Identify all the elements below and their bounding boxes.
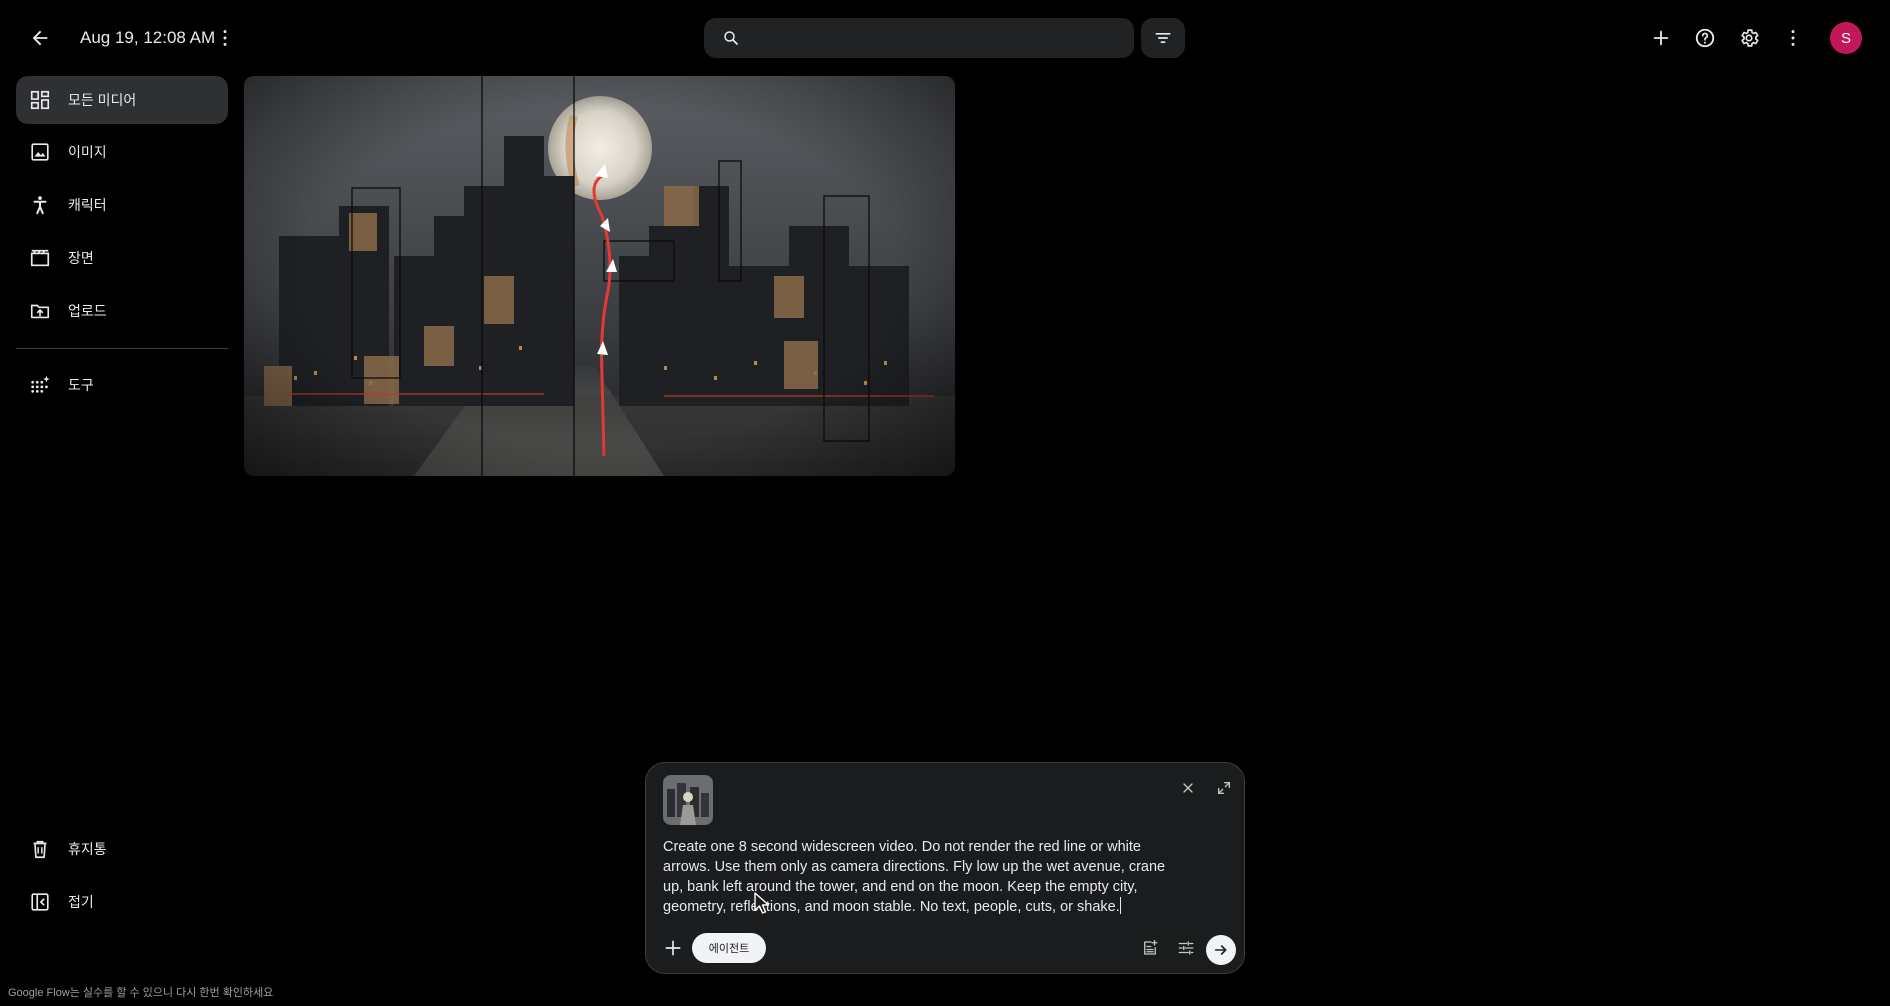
sidebar-item-label: 휴지통 xyxy=(68,841,107,857)
sidebar-item-label: 접기 xyxy=(68,894,94,910)
image-icon xyxy=(31,143,49,161)
sidebar-item-trash[interactable]: 휴지통 xyxy=(16,825,228,873)
more-vert-icon xyxy=(1791,30,1795,46)
gear-icon xyxy=(1741,29,1759,47)
help-icon xyxy=(1695,28,1715,48)
arrow-back-icon xyxy=(32,30,48,46)
grid-icon xyxy=(30,90,50,110)
add-attachment-button[interactable] xyxy=(658,933,688,963)
disclaimer-text: Google Flow는 실수를 할 수 있으니 다시 한번 확인하세요 xyxy=(8,987,274,999)
sidebar-item-all-media[interactable]: 모든 미디어 xyxy=(16,76,228,124)
more-vert-icon xyxy=(223,30,227,46)
add-button[interactable] xyxy=(1641,18,1681,58)
close-button[interactable] xyxy=(1173,773,1203,803)
city-thumbnail xyxy=(663,775,713,825)
tools-sparkle-icon xyxy=(31,375,50,393)
folder-upload-icon xyxy=(30,304,50,319)
search-input[interactable] xyxy=(750,29,1134,47)
sidebar-item-label: 모든 미디어 xyxy=(68,92,137,108)
agent-mode-chip[interactable]: 에이전트 xyxy=(692,933,766,963)
sidebar-item-label: 도구 xyxy=(68,377,94,393)
sidebar-item-uploads[interactable]: 업로드 xyxy=(16,287,228,335)
sidebar-item-label: 업로드 xyxy=(68,303,107,319)
sidebar-item-characters[interactable]: 캐릭터 xyxy=(16,181,228,229)
arrow-forward-icon xyxy=(1214,945,1227,955)
text-caret xyxy=(1119,897,1121,914)
project-title: Aug 19, 12:08 AM xyxy=(80,28,216,47)
city-moon-thumbnail xyxy=(244,76,955,476)
sidebar-item-tools[interactable]: 도구 xyxy=(16,361,228,409)
search-bar[interactable] xyxy=(704,18,1134,58)
settings-tune-button[interactable] xyxy=(1173,935,1199,961)
sidebar-collapse-button[interactable]: 접기 xyxy=(16,878,228,926)
title-more-button[interactable] xyxy=(205,18,245,58)
add-icon xyxy=(1653,30,1669,46)
more-options-button[interactable] xyxy=(1773,18,1813,58)
settings-button[interactable] xyxy=(1729,18,1769,58)
back-button[interactable] xyxy=(20,18,60,58)
person-icon xyxy=(33,196,47,215)
close-icon xyxy=(1183,783,1193,793)
search-icon xyxy=(724,31,738,45)
prompt-text: Create one 8 second widescreen video. Do… xyxy=(663,839,1170,915)
add-icon xyxy=(665,940,681,956)
sidebar-item-scenes[interactable]: 장면 xyxy=(16,234,228,282)
media-tile-image[interactable] xyxy=(244,76,955,476)
prompt-input[interactable]: Create one 8 second widescreen video. Do… xyxy=(663,837,1183,917)
expand-button[interactable] xyxy=(1209,773,1239,803)
sidebar-divider xyxy=(16,348,228,349)
filter-button[interactable] xyxy=(1141,18,1185,58)
note-add-button[interactable] xyxy=(1137,935,1163,961)
prompt-composer: Create one 8 second widescreen video. Do… xyxy=(645,762,1245,974)
sidebar-item-label: 이미지 xyxy=(68,144,107,160)
note-add-icon xyxy=(1144,939,1158,955)
tune-icon xyxy=(1178,941,1194,955)
attached-image-thumbnail[interactable] xyxy=(663,775,713,825)
collapse-icon xyxy=(31,893,49,911)
trash-icon xyxy=(33,840,47,859)
send-button[interactable] xyxy=(1206,935,1236,965)
sidebar-item-label: 캐릭터 xyxy=(68,197,107,213)
filter-icon xyxy=(1155,33,1171,44)
avatar[interactable]: S xyxy=(1830,22,1862,54)
sidebar-item-images[interactable]: 이미지 xyxy=(16,128,228,176)
help-button[interactable] xyxy=(1685,18,1725,58)
expand-icon xyxy=(1218,782,1230,794)
movie-icon xyxy=(30,249,50,267)
sidebar-item-label: 장면 xyxy=(68,250,94,266)
